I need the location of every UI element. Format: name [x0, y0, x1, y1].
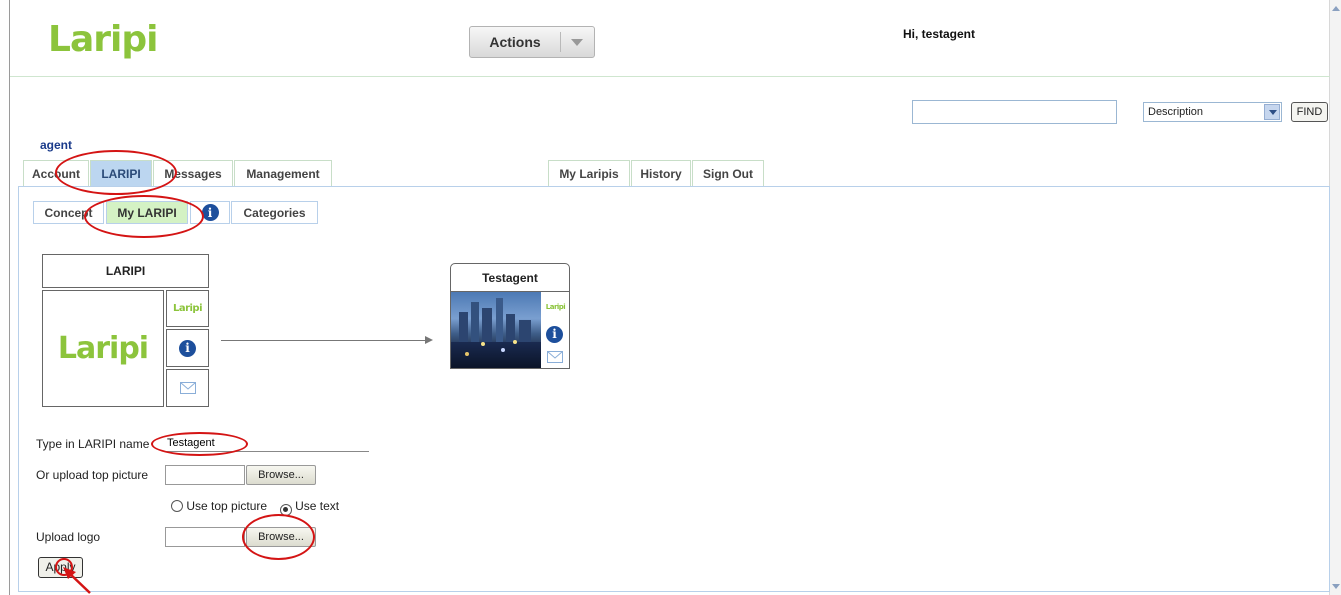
annotation-ring-my-laripi	[84, 195, 204, 238]
top-picture-file-field[interactable]	[165, 465, 245, 485]
info-icon: i	[546, 325, 563, 343]
top-picture-browse-button[interactable]: Browse...	[246, 465, 316, 485]
result-info-slot: i	[546, 325, 563, 343]
info-icon: i	[201, 204, 219, 221]
top-picture-label: Or upload top picture	[36, 468, 149, 482]
envelope-icon	[547, 351, 563, 363]
annotation-arrow-icon	[63, 567, 91, 594]
annotation-ring-laripi-tab	[55, 150, 177, 195]
template-picture-box: Laripi	[42, 290, 164, 407]
result-mail-slot	[547, 350, 563, 368]
upload-logo-label: Upload logo	[36, 530, 101, 544]
scroll-down-icon[interactable]	[1332, 584, 1340, 589]
tab-my-laripis[interactable]: My Laripis	[548, 160, 630, 186]
radio-top-picture-label: Use top picture	[186, 499, 268, 513]
tab-history[interactable]: History	[631, 160, 691, 186]
template-mail-slot	[166, 369, 209, 407]
vertical-scrollbar[interactable]	[1329, 0, 1341, 595]
picture-mode-radios: Use top picture Use text	[171, 499, 339, 516]
scroll-up-icon[interactable]	[1332, 6, 1340, 11]
template-title-box: LARIPI	[42, 254, 209, 288]
page-left-border	[9, 0, 10, 595]
tab-sign-out[interactable]: Sign Out	[692, 160, 764, 186]
actions-separator	[560, 32, 561, 52]
info-icon: i	[179, 339, 196, 357]
search-filter-value: Description	[1148, 106, 1204, 118]
envelope-icon	[179, 382, 196, 394]
mini-logo-image: Laripi	[172, 303, 203, 314]
result-top-picture	[451, 292, 541, 368]
search-input[interactable]	[912, 100, 1117, 124]
annotation-ring-name	[151, 432, 248, 456]
user-greeting: Hi, testagent	[903, 27, 976, 41]
subtab-categories[interactable]: Categories	[231, 201, 318, 224]
arrow-right-icon	[425, 336, 433, 344]
preview-arrow-line	[221, 340, 427, 341]
name-label: Type in LARIPI name	[36, 437, 150, 451]
actions-label: Actions	[489, 34, 541, 50]
result-mini-logo: Laripi	[545, 303, 566, 311]
select-arrow-icon	[1264, 104, 1280, 120]
radio-use-top-picture[interactable]	[171, 500, 183, 512]
result-title-box: Testagent	[450, 263, 570, 292]
chevron-down-icon	[571, 38, 583, 46]
template-logo-slot: Laripi	[166, 290, 209, 327]
find-button[interactable]: FIND	[1291, 102, 1328, 122]
search-filter-select[interactable]: Description	[1143, 102, 1282, 122]
user-role-label: agent	[40, 138, 73, 152]
radio-text-label: Use text	[295, 499, 340, 513]
template-info-slot: i	[166, 329, 209, 367]
logo-text: Laripi	[48, 19, 158, 60]
logo-file-field[interactable]	[165, 527, 245, 547]
header-divider	[10, 76, 1330, 77]
site-logo[interactable]: Laripi	[48, 19, 158, 60]
actions-dropdown-button[interactable]: Actions	[469, 26, 595, 58]
template-logo-image: Laripi	[57, 331, 149, 366]
tab-management[interactable]: Management	[234, 160, 332, 186]
annotation-ring-browse	[242, 514, 315, 560]
